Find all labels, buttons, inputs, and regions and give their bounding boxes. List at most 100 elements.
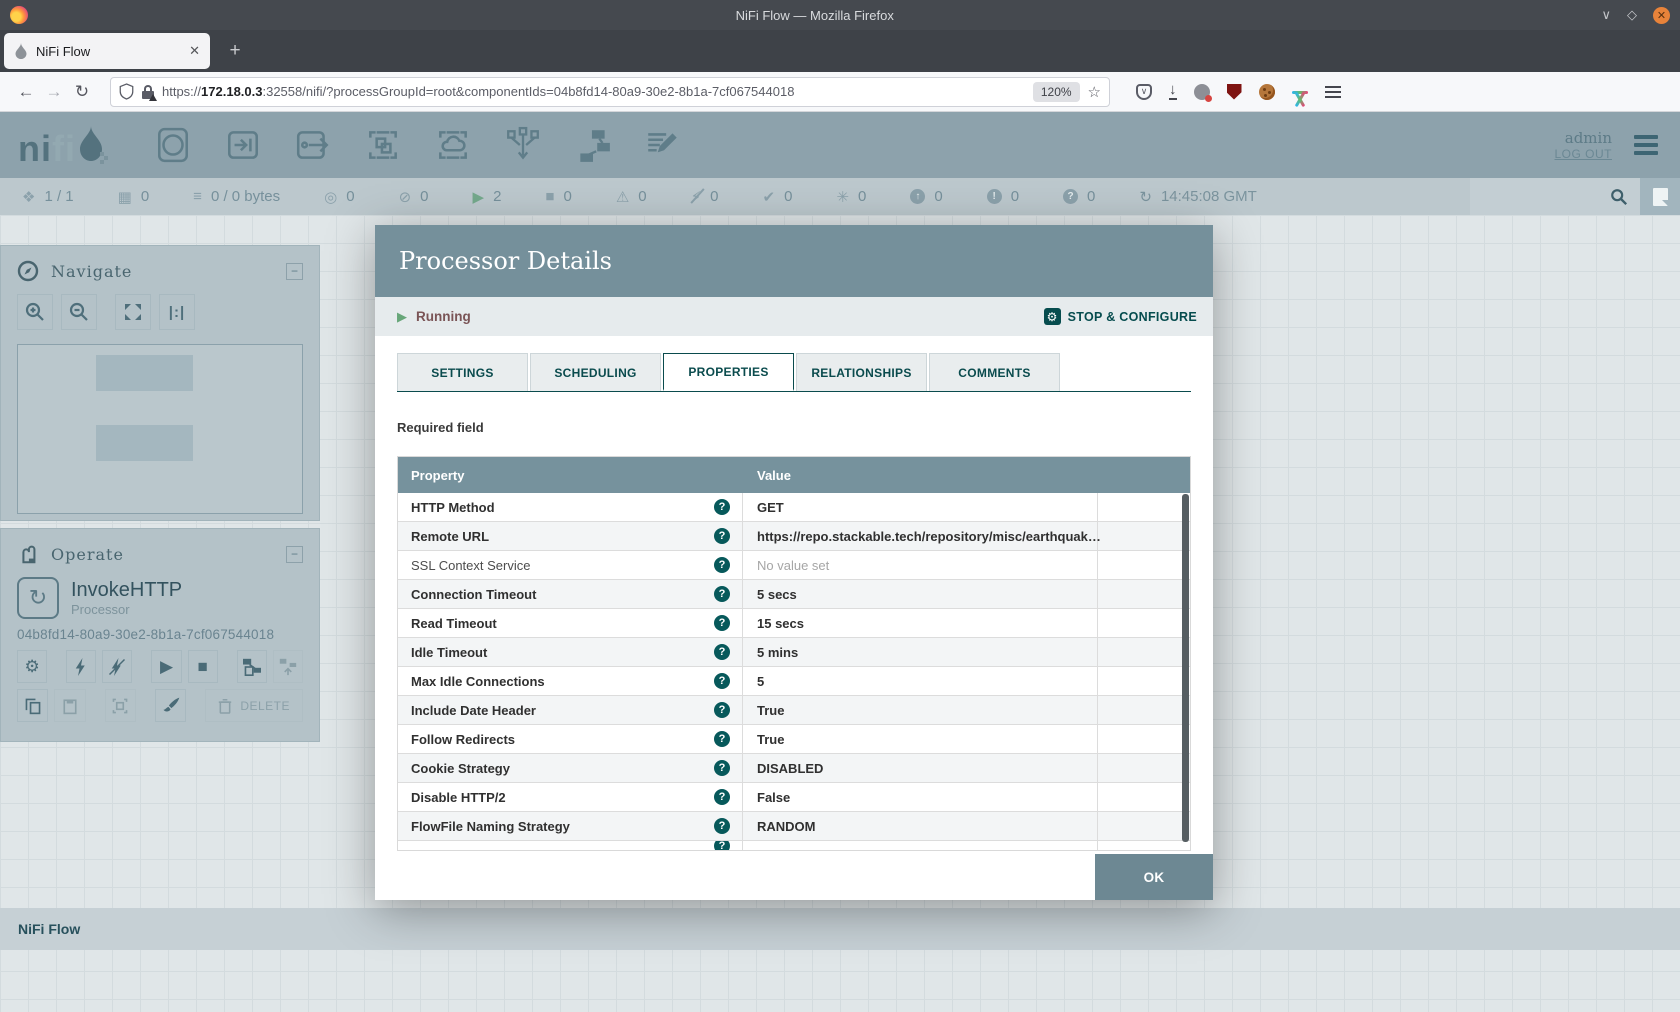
up-to-date-icon: ✔	[763, 188, 776, 206]
tab-settings[interactable]: SETTINGS	[397, 353, 528, 391]
group-button[interactable]	[105, 689, 136, 722]
zoom-in-button[interactable]	[17, 294, 53, 330]
save-template-button[interactable]	[237, 650, 267, 683]
bulletin-panel-button[interactable]	[1640, 178, 1680, 215]
browser-menu-icon[interactable]	[1325, 91, 1341, 93]
input-port-component-icon[interactable]	[224, 126, 262, 164]
tab-properties[interactable]: PROPERTIES	[663, 353, 794, 391]
process-group-component-icon[interactable]	[364, 126, 402, 164]
browser-tab[interactable]: NiFi Flow ✕	[4, 33, 210, 69]
label-component-icon[interactable]	[644, 126, 682, 164]
stop-button[interactable]: ■	[188, 650, 218, 683]
search-box[interactable]	[1470, 178, 1640, 215]
help-icon[interactable]: ?	[714, 673, 730, 689]
global-menu-icon[interactable]	[1634, 143, 1658, 147]
back-button[interactable]: ←	[12, 78, 40, 106]
url-text[interactable]: https://172.18.0.3:32558/nifi/?processGr…	[162, 84, 1025, 99]
output-port-component-icon[interactable]	[294, 126, 332, 164]
tracking-shield-icon[interactable]	[119, 83, 134, 100]
refresh-icon[interactable]: ↻	[1139, 188, 1152, 206]
url-bar[interactable]: https://172.18.0.3:32558/nifi/?processGr…	[110, 77, 1110, 107]
cookie-extension-icon[interactable]	[1259, 84, 1275, 100]
window-titlebar: NiFi Flow — Mozilla Firefox ∨ ◇ ✕	[0, 0, 1680, 30]
tab-scheduling[interactable]: SCHEDULING	[530, 353, 661, 391]
property-row-max-idle-connections: Max Idle Connections ? 5	[398, 667, 1190, 696]
help-icon[interactable]: ?	[714, 586, 730, 602]
zoom-level-badge[interactable]: 120%	[1033, 82, 1080, 102]
help-icon[interactable]: ?	[714, 818, 730, 834]
ok-button[interactable]: OK	[1095, 854, 1213, 900]
window-minimize-icon[interactable]: ∨	[1601, 7, 1611, 23]
actual-size-button[interactable]: |:|	[159, 294, 195, 330]
birdseye-minimap[interactable]	[17, 344, 303, 514]
property-name: Idle Timeout	[411, 645, 714, 660]
collapse-operate-icon[interactable]: −	[286, 546, 303, 563]
logout-link[interactable]: LOG OUT	[1554, 147, 1612, 161]
operate-panel: Operate − ↻ InvokeHTTP Processor 04b8fd1…	[0, 528, 320, 742]
locally-modified-stale-icon: !	[987, 189, 1002, 204]
help-icon[interactable]: ?	[714, 644, 730, 660]
window-maximize-icon[interactable]: ◇	[1627, 7, 1637, 23]
fit-to-screen-button[interactable]	[115, 294, 151, 330]
cluster-icon: ❖	[22, 188, 35, 206]
bookmark-star-icon[interactable]: ☆	[1088, 83, 1101, 101]
new-tab-button[interactable]: +	[220, 36, 250, 66]
help-icon[interactable]: ?	[714, 499, 730, 515]
start-button[interactable]: ▶	[151, 650, 181, 683]
help-icon[interactable]: ?	[714, 789, 730, 805]
stop-configure-icon: ⚙	[1044, 308, 1061, 325]
breadcrumb[interactable]: NiFi Flow	[18, 921, 80, 937]
property-name: HTTP Method	[411, 500, 714, 515]
help-icon[interactable]: ?	[714, 702, 730, 718]
configure-button[interactable]: ⚙	[17, 650, 47, 683]
threads-icon: ▦	[118, 188, 132, 206]
status-sync-failure-icon: ? 0	[1063, 188, 1095, 205]
disable-button[interactable]	[102, 650, 132, 683]
forward-button[interactable]: →	[40, 78, 68, 106]
color-button[interactable]	[155, 689, 186, 722]
paste-button[interactable]	[54, 689, 85, 722]
copy-button[interactable]	[17, 689, 48, 722]
processor-details-dialog: Processor Details ▶ Running ⚙ STOP & CON…	[375, 225, 1213, 900]
help-icon[interactable]: ?	[714, 615, 730, 631]
property-value: https://repo.stackable.tech/repository/m…	[743, 522, 1098, 550]
funnel-component-icon[interactable]	[504, 126, 542, 164]
enable-button[interactable]	[66, 650, 96, 683]
stale-icon: ↑	[910, 189, 925, 204]
processor-stamp-icon: ↻	[17, 577, 59, 619]
template-component-icon[interactable]	[574, 126, 612, 164]
tab-comments[interactable]: COMMENTS	[929, 353, 1060, 391]
property-row-disable-http-2: Disable HTTP/2 ? False	[398, 783, 1190, 812]
help-icon[interactable]: ?	[714, 528, 730, 544]
status-queued-icon: ≡ 0 / 0 bytes	[193, 188, 280, 205]
run-status-strip: ▶ Running ⚙ STOP & CONFIGURE	[375, 297, 1213, 336]
help-icon[interactable]: ?	[714, 760, 730, 776]
window-close-icon[interactable]: ✕	[1653, 7, 1670, 24]
zoom-out-button[interactable]	[61, 294, 97, 330]
search-icon[interactable]	[1610, 188, 1628, 206]
property-name: Remote URL	[411, 529, 714, 544]
padlock-icon[interactable]	[142, 85, 154, 99]
tab-close-icon[interactable]: ✕	[189, 43, 200, 59]
table-scrollbar[interactable]	[1182, 494, 1189, 842]
colorful-asterisk-extension-icon[interactable]	[1292, 84, 1308, 100]
reload-button[interactable]: ↻	[68, 78, 96, 106]
ublock-shield-icon[interactable]	[1227, 84, 1242, 100]
help-icon: ?	[714, 841, 730, 850]
status-stale-icon: ↑ 0	[910, 188, 942, 205]
processor-component-icon[interactable]	[154, 126, 192, 164]
help-icon[interactable]: ?	[714, 557, 730, 573]
collapse-navigate-icon[interactable]: −	[286, 263, 303, 280]
remote-process-group-component-icon[interactable]	[434, 126, 472, 164]
stop-and-configure-button[interactable]: ⚙ STOP & CONFIGURE	[1044, 308, 1197, 325]
pocket-icon[interactable]: ∨	[1136, 84, 1152, 100]
tab-relationships[interactable]: RELATIONSHIPS	[796, 353, 927, 391]
upload-template-button[interactable]	[273, 650, 303, 683]
property-value: 5	[743, 667, 1098, 695]
delete-button[interactable]: DELETE	[205, 689, 303, 722]
status-locally-modified-icon: ✳ 0	[836, 188, 866, 206]
container-mask-icon[interactable]	[1194, 84, 1210, 100]
downloads-icon[interactable]: ↓	[1169, 83, 1177, 100]
help-icon[interactable]: ?	[714, 731, 730, 747]
hand-icon	[17, 543, 39, 565]
